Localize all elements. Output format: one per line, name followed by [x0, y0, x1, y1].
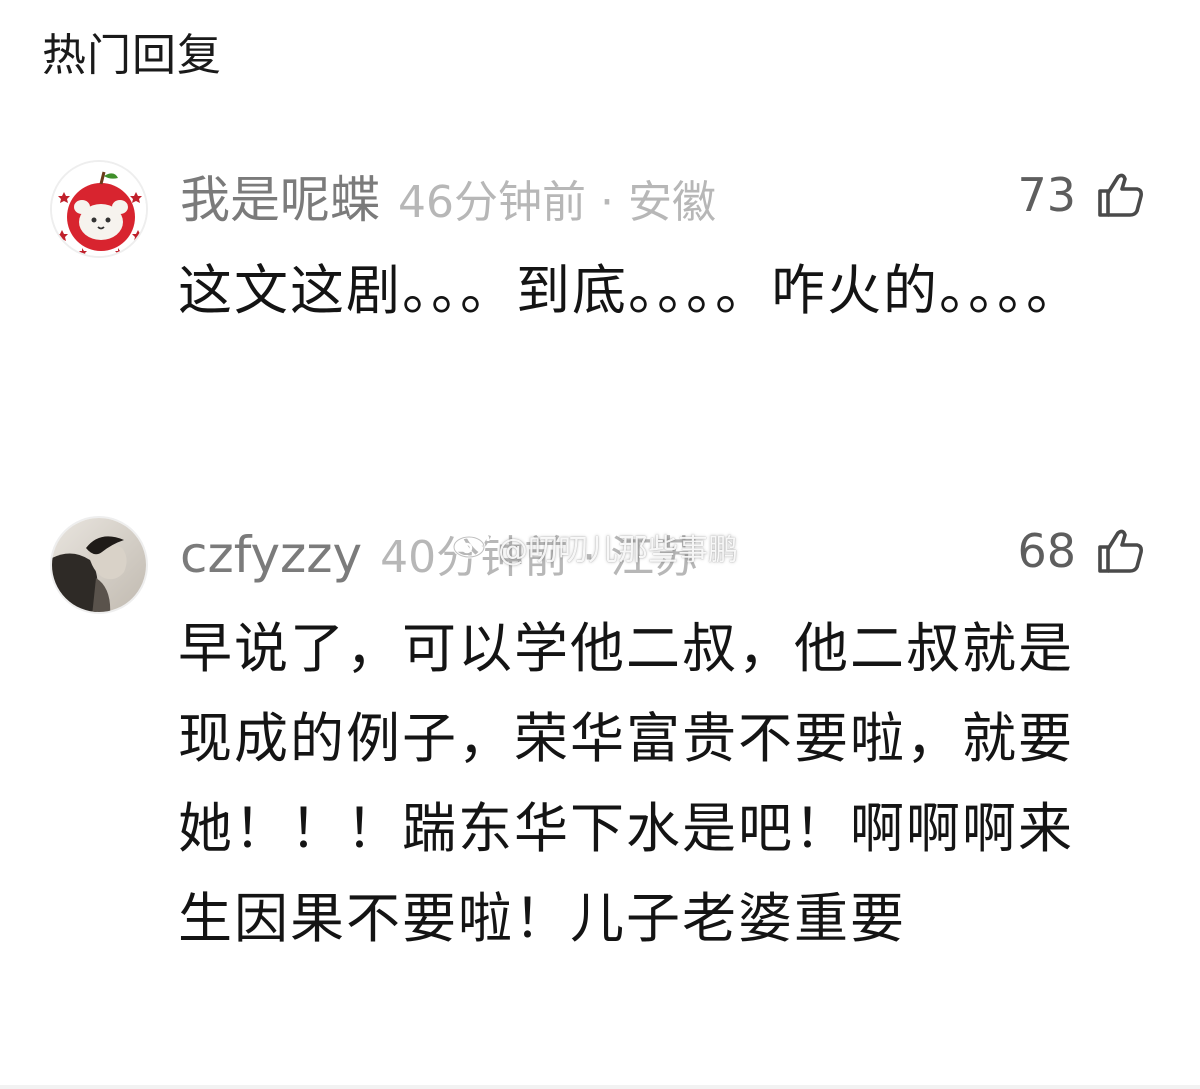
bottom-divider	[0, 1085, 1200, 1089]
like-count: 73	[1017, 168, 1076, 222]
thumbs-up-icon[interactable]	[1094, 169, 1146, 221]
username[interactable]: 我是呢蝶	[180, 171, 380, 229]
comment-text: 早说了，可以学他二叔，他二叔就是现成的例子，荣华富贵不要啦，就要她！！！踹东华下…	[178, 617, 1074, 950]
like-button[interactable]: 73	[1017, 160, 1146, 230]
hot-replies-page: 热门回复 我是呢蝶 46分钟前 · 安徽 73 这文这剧。。。到底。。。。咋火的…	[0, 0, 1200, 1089]
bw-portrait-avatar-icon	[52, 518, 146, 612]
watermark: @叨叨儿那些事鹏	[452, 522, 738, 572]
comment-time-location: 46分钟前 · 安徽	[398, 177, 716, 228]
thumbs-up-icon[interactable]	[1094, 525, 1146, 577]
avatar[interactable]	[50, 516, 148, 614]
username[interactable]: czfyzzy	[180, 526, 362, 584]
like-button[interactable]: 68	[1017, 516, 1146, 586]
comment-text: 这文这剧。。。到底。。。。咋火的。。。。	[178, 259, 1082, 322]
avatar[interactable]	[50, 160, 148, 258]
weibo-logo-icon	[452, 527, 492, 567]
comment-meta: 我是呢蝶 46分钟前 · 安徽	[180, 165, 716, 235]
apple-bear-avatar-icon	[52, 162, 146, 256]
section-title: 热门回复	[42, 30, 222, 81]
watermark-text: @叨叨儿那些事鹏	[498, 533, 738, 568]
like-count: 68	[1017, 524, 1076, 578]
